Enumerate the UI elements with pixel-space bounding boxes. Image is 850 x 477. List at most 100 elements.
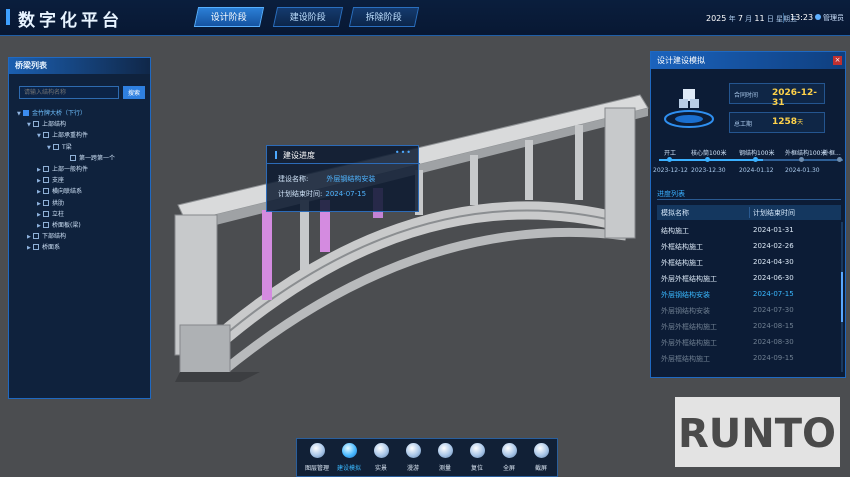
milestone-label: 核心筒100米 xyxy=(691,150,727,157)
tree-item-label: 上部结构 xyxy=(42,121,67,129)
milestone-node[interactable] xyxy=(705,157,710,162)
row-date: 2024-08-30 xyxy=(753,338,794,346)
user-icon xyxy=(815,14,821,20)
tree-checkbox[interactable] xyxy=(43,132,49,139)
tool-button[interactable]: 截屏 xyxy=(525,443,557,472)
search-row: 搜索 xyxy=(19,86,147,99)
tree-checkbox[interactable] xyxy=(43,222,49,228)
tree-item[interactable]: ▼ T梁 xyxy=(47,142,72,153)
tree-checkbox[interactable] xyxy=(43,210,49,217)
tree-checkbox[interactable] xyxy=(43,166,49,172)
popup-title: 建设进度 xyxy=(275,150,315,161)
milestone-date: 2023-12-12 xyxy=(653,167,688,174)
tool-button[interactable]: 实景 xyxy=(365,443,397,472)
tool-label: 漫游 xyxy=(406,465,419,472)
tree-checkbox[interactable] xyxy=(43,177,49,184)
tab-demolition-stage[interactable]: 拆除阶段 xyxy=(348,7,420,27)
table-row[interactable]: 外层钢结构安装 2024-07-15 xyxy=(657,286,841,302)
table-row[interactable]: 外层外框结构施工 2024-08-30 xyxy=(657,334,841,350)
tool-button[interactable]: 测量 xyxy=(429,443,461,472)
tree-item[interactable]: ▶ 下部结构 xyxy=(27,231,66,242)
paper-plane-icon xyxy=(405,443,421,458)
tool-button[interactable]: 图层管理 xyxy=(301,443,333,472)
crane-icon xyxy=(341,443,357,458)
tool-button[interactable]: 建设模拟 xyxy=(333,443,365,472)
tool-button[interactable]: 复位 xyxy=(461,443,493,472)
row-name: 外框结构施工 xyxy=(661,259,703,267)
tree-checkbox[interactable] xyxy=(23,110,29,116)
row-name: 外层外框结构施工 xyxy=(661,323,717,331)
tree-checkbox[interactable] xyxy=(33,244,39,251)
row-name: 外层框结构施工 xyxy=(661,355,710,363)
screenshot-icon xyxy=(533,443,549,458)
user-menu[interactable]: 管理员 xyxy=(815,13,844,23)
tool-label: 复位 xyxy=(470,465,483,472)
bottom-toolbar: 图层管理 建设模拟 实景 漫游 测量 复位 全屏 截屏 xyxy=(296,438,558,477)
tree-item[interactable]: 第一跨第一个 xyxy=(64,153,115,164)
progress-list-title: 进度列表 xyxy=(657,190,685,198)
table-row[interactable]: 外层钢结构安装 2024-07-30 xyxy=(657,302,841,318)
milestone-date: 2023-12.30 xyxy=(691,167,726,174)
planned-end-row: 计划结束时间: 2024-07-15 xyxy=(278,190,367,198)
tool-label: 实景 xyxy=(374,465,387,472)
search-input[interactable] xyxy=(19,86,119,99)
row-date: 2024-01-31 xyxy=(753,226,794,234)
tool-label: 全屏 xyxy=(502,465,515,472)
row-name: 外层钢结构安装 xyxy=(661,307,710,315)
milestone-date: 2024-01.30 xyxy=(785,167,820,174)
tree-item[interactable]: ▶ 立柱 xyxy=(37,209,64,220)
reset-icon xyxy=(469,443,485,458)
tree-item[interactable]: ▼ 上部结构 xyxy=(27,119,66,130)
tree-item[interactable]: ▼ 上部承重构件 xyxy=(37,130,88,141)
construction-simulation-panel: 设计建设模拟 × 合同时间 2026-12-31 总工期 1258天 开工 202… xyxy=(650,51,846,378)
table-row[interactable]: 外框结构施工 2024-02-26 xyxy=(657,238,841,254)
tree-item[interactable]: ▶ 拱肋 xyxy=(37,198,64,209)
divider xyxy=(267,163,420,164)
tree-item[interactable]: ▶ 上部一般构件 xyxy=(37,164,88,175)
total-duration-box: 总工期 1258天 xyxy=(729,112,825,133)
tree-checkbox[interactable] xyxy=(33,121,39,128)
table-row[interactable]: 外层外框结构施工 2024-06-30 xyxy=(657,270,841,286)
tree-checkbox[interactable] xyxy=(53,143,59,150)
table-row[interactable]: 外层框结构施工 2024-09-15 xyxy=(657,350,841,366)
milestone-node[interactable] xyxy=(667,157,672,162)
tree-item[interactable]: ▶ 桥面系 xyxy=(27,242,60,253)
tree-item-label: 上部一般构件 xyxy=(52,166,89,173)
tree-item[interactable]: ▶ 支座 xyxy=(37,175,64,186)
tree-checkbox[interactable] xyxy=(43,188,49,195)
tab-construction-stage[interactable]: 建设阶段 xyxy=(272,7,344,27)
tree-item-label: 金竹牌大桥（下行） xyxy=(32,110,87,117)
milestone-node[interactable] xyxy=(837,157,842,162)
tab-design-stage[interactable]: 设计阶段 xyxy=(193,7,265,27)
runto-watermark: RUNTO xyxy=(675,397,840,467)
milestone-timeline: 开工 2023-12-12 核心筒100米 2023-12.30 钢结构100米 2024… xyxy=(653,146,843,180)
tree-item[interactable]: ▶ 桥面板(梁) xyxy=(37,220,81,231)
logo-icon xyxy=(6,9,10,25)
tree-checkbox[interactable] xyxy=(33,233,39,240)
search-button[interactable]: 搜索 xyxy=(123,86,145,99)
tool-button[interactable]: 漫游 xyxy=(397,443,429,472)
more-icon[interactable]: ••• xyxy=(395,148,412,157)
tree-item-label: 立柱 xyxy=(52,210,65,218)
milestone-node[interactable] xyxy=(753,157,758,162)
tree-item-label: 拱肋 xyxy=(52,199,65,207)
tool-label: 建设模拟 xyxy=(336,465,361,472)
tree-item[interactable]: ▼ 金竹牌大桥（下行） xyxy=(17,108,86,119)
table-row[interactable]: 外层外框结构施工 2024-08-15 xyxy=(657,318,841,334)
tool-label: 图层管理 xyxy=(304,465,329,472)
milestone-node[interactable] xyxy=(799,157,804,162)
globe-icon xyxy=(373,443,389,458)
scrollbar-thumb[interactable] xyxy=(841,272,843,322)
row-date: 2024-04-30 xyxy=(753,258,794,266)
tree-item-label: 上部承重构件 xyxy=(52,132,89,140)
tool-button[interactable]: 全屏 xyxy=(493,443,525,472)
table-row[interactable]: 外框结构施工 2024-04-30 xyxy=(657,254,841,270)
header-divider xyxy=(783,13,784,23)
divider xyxy=(657,199,841,200)
tree-checkbox[interactable] xyxy=(70,154,76,161)
tree-item-label: 横向联结系 xyxy=(52,188,83,196)
table-row[interactable]: 结构施工 2024-01-31 xyxy=(657,222,841,238)
close-icon[interactable]: × xyxy=(833,56,842,65)
tree-checkbox[interactable] xyxy=(43,199,49,206)
tree-item[interactable]: ▶ 横向联结系 xyxy=(37,186,82,197)
